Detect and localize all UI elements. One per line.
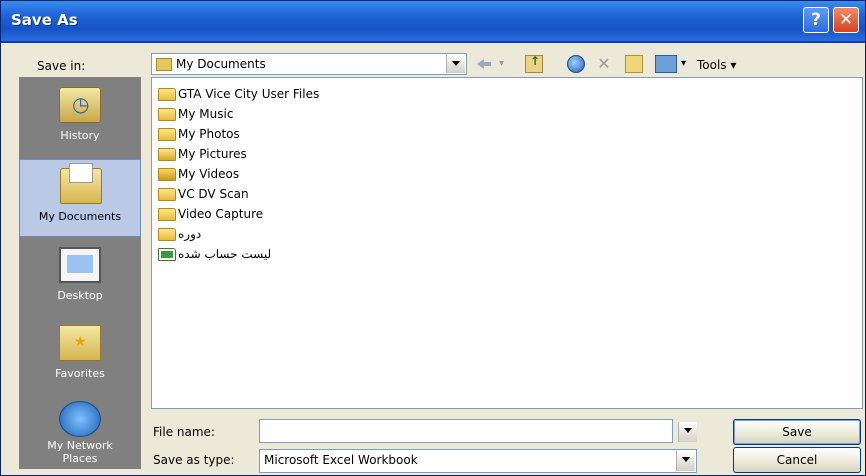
- excel-file-icon: [158, 248, 176, 261]
- place-desktop[interactable]: Desktop: [19, 239, 141, 317]
- save-as-dialog: Save As ? ✕ Save in: My Documents ▾ ✕ ▾ …: [0, 0, 866, 476]
- place-label: Favorites: [55, 367, 105, 380]
- list-item[interactable]: My Music: [158, 104, 233, 124]
- back-icon[interactable]: [475, 55, 493, 73]
- file-name: GTA Vice City User Files: [178, 87, 320, 101]
- title-bar: Save As ? ✕: [1, 1, 865, 43]
- file-name: My Pictures: [178, 147, 247, 161]
- dialog-title: Save As: [11, 11, 78, 29]
- folder-icon: [158, 208, 176, 221]
- tools-menu[interactable]: Tools ▾: [697, 58, 736, 72]
- close-button[interactable]: ✕: [833, 7, 859, 33]
- place-label: Desktop: [57, 289, 103, 302]
- save-as-type-value: Microsoft Excel Workbook: [264, 453, 418, 467]
- place-my-network-places[interactable]: My Network Places: [19, 393, 141, 471]
- search-web-icon[interactable]: [567, 55, 585, 73]
- places-bar: History My Documents Desktop Favorites M…: [19, 77, 141, 469]
- list-item[interactable]: My Videos: [158, 164, 239, 184]
- pictures-folder-icon: [158, 148, 176, 161]
- folder-icon: [158, 88, 176, 101]
- list-item[interactable]: دوره: [158, 224, 201, 244]
- file-name: Video Capture: [178, 207, 264, 221]
- chevron-down-icon[interactable]: [676, 451, 695, 471]
- place-label: My Network Places: [47, 439, 113, 465]
- new-folder-icon[interactable]: [625, 55, 643, 73]
- network-places-icon: [59, 401, 101, 437]
- my-documents-icon: [60, 163, 102, 204]
- file-name: My Videos: [178, 167, 240, 181]
- save-in-dropdown[interactable]: My Documents: [151, 53, 467, 75]
- folder-icon: [158, 228, 176, 241]
- folder-icon: [158, 188, 176, 201]
- file-name-input[interactable]: [259, 419, 673, 443]
- save-as-type-label: Save as type:: [153, 453, 235, 467]
- file-name: VC DV Scan: [178, 187, 249, 201]
- list-item[interactable]: لیست حساب شده: [158, 244, 271, 264]
- help-button[interactable]: ?: [803, 7, 829, 33]
- list-item[interactable]: Video Capture: [158, 204, 263, 224]
- save-as-type-dropdown[interactable]: Microsoft Excel Workbook: [259, 449, 697, 473]
- place-history[interactable]: History: [19, 79, 141, 157]
- file-list[interactable]: GTA Vice City User Files My Music My Pho…: [151, 77, 863, 409]
- up-one-level-icon[interactable]: [525, 54, 543, 73]
- file-name: لیست حساب شده: [178, 247, 272, 261]
- place-label: My Documents: [38, 210, 122, 223]
- file-name-label: File name:: [153, 425, 215, 439]
- list-item[interactable]: GTA Vice City User Files: [158, 84, 319, 104]
- favorites-icon: [59, 325, 101, 361]
- file-name: My Photos: [178, 127, 240, 141]
- save-in-text: My Documents: [176, 57, 266, 71]
- place-my-documents[interactable]: My Documents: [19, 159, 141, 237]
- delete-icon[interactable]: ✕: [595, 55, 613, 73]
- desktop-icon: [59, 247, 101, 283]
- folder-icon: [158, 128, 176, 141]
- save-button[interactable]: Save: [733, 419, 861, 445]
- music-folder-icon: [158, 108, 176, 121]
- list-item[interactable]: My Pictures: [158, 144, 247, 164]
- back-dropdown-icon[interactable]: ▾: [499, 55, 517, 73]
- file-name: My Music: [178, 107, 234, 121]
- save-in-value: My Documents: [156, 57, 266, 71]
- tools-label: Tools: [697, 58, 727, 72]
- chevron-down-icon[interactable]: [446, 55, 465, 73]
- videos-folder-icon: [158, 168, 176, 181]
- save-in-label: Save in:: [37, 59, 86, 73]
- file-name-dropdown[interactable]: [677, 421, 697, 443]
- history-icon: [59, 87, 101, 123]
- file-name: دوره: [178, 227, 202, 241]
- place-favorites[interactable]: Favorites: [19, 317, 141, 395]
- chevron-down-icon[interactable]: [678, 422, 697, 442]
- my-documents-small-icon: [156, 58, 172, 71]
- list-item[interactable]: My Photos: [158, 124, 240, 144]
- list-item[interactable]: VC DV Scan: [158, 184, 249, 204]
- place-label: History: [60, 129, 100, 142]
- cancel-button[interactable]: Cancel: [733, 447, 861, 473]
- views-icon[interactable]: [655, 55, 677, 73]
